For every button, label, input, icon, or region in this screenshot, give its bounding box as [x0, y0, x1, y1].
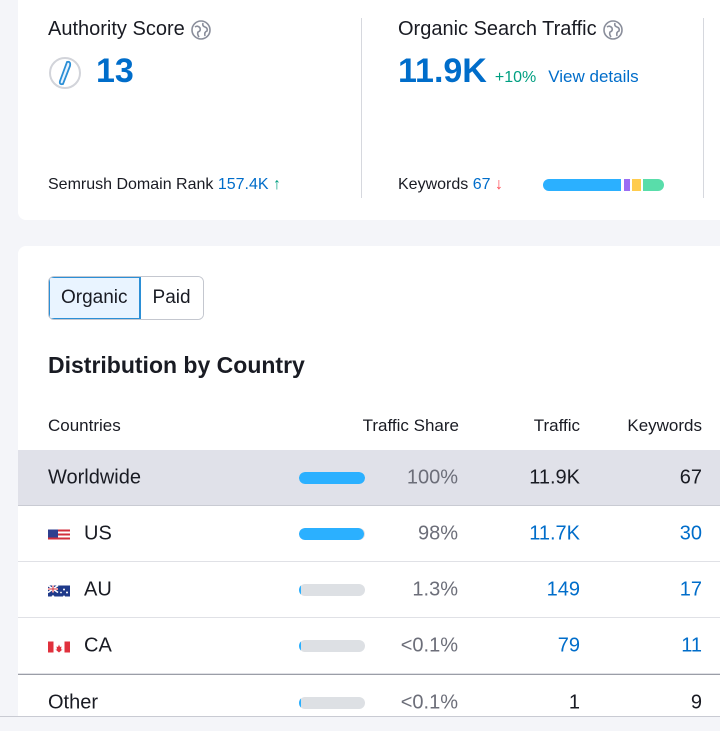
table-row-au[interactable]: AU 1.3% 149 17 — [18, 562, 720, 618]
header-countries: Countries — [48, 416, 121, 435]
keywords-distribution-bar — [543, 179, 664, 191]
paid-tab[interactable]: Paid — [140, 277, 203, 319]
table-row-us[interactable]: US 98% 11.7K 30 — [18, 506, 720, 562]
organic-traffic-title: Organic Search Traffic — [398, 18, 623, 41]
globe-info-icon[interactable] — [602, 19, 623, 40]
keywords-count[interactable]: 67 — [473, 176, 491, 193]
keywords-value-link[interactable]: 11 — [681, 634, 702, 657]
traffic-value-link[interactable]: 149 — [547, 578, 580, 601]
au-flag-icon — [48, 583, 70, 597]
traffic-share-bar — [299, 527, 365, 540]
country-name: Worldwide — [48, 466, 141, 488]
traffic-share-bar-fill — [299, 527, 364, 540]
table-row-worldwide[interactable]: Worldwide 100% 11.9K 67 — [18, 450, 720, 506]
traffic-value: 1 — [568, 691, 580, 713]
globe-info-icon[interactable] — [190, 19, 211, 40]
domain-rank-value[interactable]: 157.4K — [218, 176, 269, 193]
traffic-share-value: 98% — [417, 522, 458, 544]
metric-divider-right — [703, 18, 704, 198]
country-name: CA — [84, 634, 112, 656]
traffic-share-value: 1.3% — [412, 578, 458, 600]
keywords-value-link[interactable]: 30 — [680, 522, 702, 545]
keywords-value: 9 — [690, 691, 702, 713]
authority-score-value: 13 — [96, 52, 134, 90]
us-flag-icon — [48, 527, 70, 541]
traffic-value-link[interactable]: 11.7K — [529, 522, 580, 545]
section-title: Distribution by Country — [48, 352, 305, 378]
keywords-summary: Keywords 67 ↓ — [398, 176, 503, 193]
traffic-share-bar-fill — [299, 471, 365, 484]
header-keywords[interactable]: Keywords — [627, 416, 702, 436]
keywords-value-link[interactable]: 17 — [680, 578, 702, 601]
traffic-share-bar — [299, 583, 365, 596]
metric-divider — [361, 18, 362, 198]
rank-up-arrow-icon: ↑ — [273, 176, 282, 193]
country-name: Other — [48, 691, 99, 713]
traffic-share-bar-fill — [299, 639, 301, 652]
bottom-scrollbar-track[interactable] — [0, 716, 720, 731]
table-row-ca[interactable]: CA <0.1% 79 11 — [18, 618, 720, 674]
traffic-share-value: <0.1% — [400, 691, 458, 713]
keywords-value: 67 — [679, 466, 702, 488]
view-details-link[interactable]: View details — [548, 67, 638, 87]
organic-traffic-value: 11.9K — [398, 52, 487, 90]
organic-tab[interactable]: Organic — [49, 277, 141, 319]
country-name: AU — [84, 578, 112, 600]
ca-flag-icon — [48, 639, 70, 653]
traffic-value: 11.9K — [529, 466, 580, 488]
traffic-share-bar — [299, 696, 365, 709]
authority-score-title: Authority Score — [48, 18, 211, 41]
authority-score-gauge-icon — [48, 56, 82, 90]
traffic-share-bar — [299, 639, 365, 652]
traffic-share-bar-fill — [299, 696, 301, 709]
traffic-share-value: <0.1% — [400, 634, 458, 656]
traffic-share-value: 100% — [406, 466, 458, 488]
keywords-down-arrow-icon: ↓ — [494, 176, 503, 193]
country-name: US — [84, 522, 112, 544]
header-traffic-share[interactable]: Traffic Share — [363, 416, 459, 436]
traffic-change: +10% — [494, 69, 537, 86]
organic-paid-toggle: Organic Paid — [48, 276, 204, 320]
traffic-share-bar — [299, 471, 365, 484]
header-traffic[interactable]: Traffic — [534, 416, 580, 436]
traffic-share-bar-fill — [299, 583, 301, 596]
domain-rank: Semrush Domain Rank 157.4K ↑ — [48, 176, 282, 193]
organic-traffic-row: 11.9K +10% View details — [398, 52, 639, 91]
traffic-value-link[interactable]: 79 — [558, 634, 580, 657]
